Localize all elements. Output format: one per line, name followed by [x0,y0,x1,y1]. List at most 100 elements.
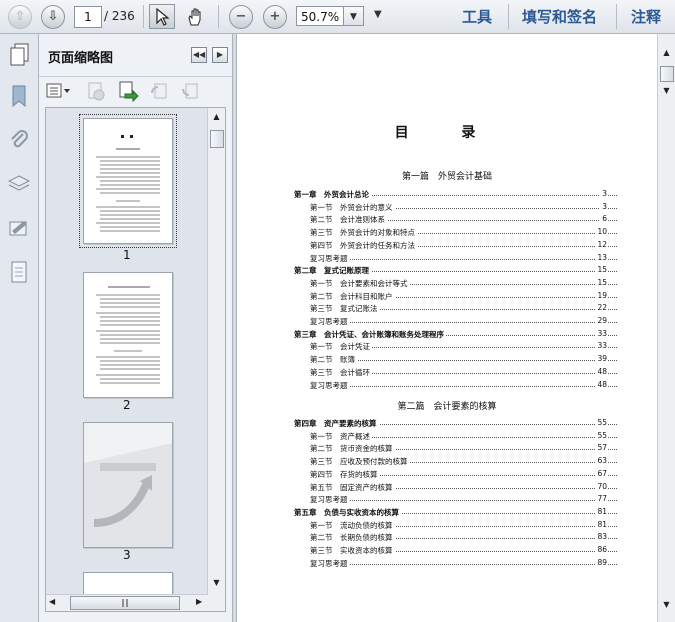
scroll-up-icon[interactable]: ▲ [208,110,225,124]
toc-section-row[interactable]: 第二节 会计准则体系 6 [237,214,657,227]
toc-section-row[interactable]: 复习思考题 77 [237,494,657,507]
toc-section-row[interactable]: 第一节 资产概述 55 [237,430,657,444]
arrow-up-icon: ⇧ [8,4,32,29]
toc-section-row[interactable]: 第三节 外贸会计的对象和特点 10 [237,227,657,240]
bookmarks-button[interactable] [7,84,31,108]
toc-section-row[interactable]: 第四节 存货的核算 67 [237,468,657,482]
toc-section-row[interactable]: 第二节 账簿 39 [237,354,657,367]
rotate-counter-button[interactable] [180,81,200,105]
toc-chapter-row[interactable]: 第五章 负债与实收资本的核算 81 [237,506,657,520]
page-content-button[interactable] [7,260,31,284]
scroll-thumb[interactable]: ‖‖ [70,596,180,610]
toc-section-row[interactable]: 复习思考题 29 [237,316,657,329]
document-vertical-scrollbar[interactable]: ▲ ▼ ▼ [657,34,675,622]
toc-section-row[interactable]: 第三节 复式记账法 22 [237,303,657,316]
layers-icon [8,175,30,191]
toc-section-row[interactable]: 第五节 固定资产的核算 70 [237,481,657,495]
toc-leader [347,424,617,425]
plus-icon: + [263,4,287,29]
toc-section-row[interactable]: 第三节 会计循环 48 [237,366,657,380]
hand-icon [188,8,201,25]
page-preview [84,423,172,547]
toc-leader [347,258,617,260]
page-preview [96,286,160,384]
toc-label: 第二节 货币资金的核算 [310,443,395,455]
toc-label: 第一节 外贸会计的意义 [310,201,395,213]
thumbnail-horizontal-scrollbar[interactable]: ◀ ‖‖ ▶ [46,594,208,611]
signatures-button[interactable] [7,216,31,240]
thumbnail-vertical-scrollbar[interactable]: ▲ ▼ [207,108,225,611]
toc-page-number: 81 [595,519,607,529]
navigation-strip [0,34,39,622]
layers-button[interactable] [7,172,31,196]
toc-section-row[interactable]: 第三节 实收资本的核算 86 [237,545,657,558]
more-tools-button[interactable]: ▼ [374,9,382,20]
previous-page-button[interactable]: ⇧ [7,4,33,29]
toc-section-row[interactable]: 第三节 应收及预付款的核算 63 [237,456,657,469]
tools-link[interactable]: 工具 [462,6,492,27]
thumbnail-page-3[interactable] [83,422,173,548]
toc-leader [347,220,617,222]
toc-page-number: 77 [595,494,607,504]
toc-page-number: 83 [595,532,607,542]
toc-section-row[interactable]: 第二节 货币资金的核算 57 [237,443,657,456]
scroll-thumb[interactable] [660,66,674,82]
zoom-in-button[interactable]: + [262,4,288,29]
pages-icon [10,43,29,66]
scroll-up-icon[interactable]: ▲ [658,46,675,60]
zoom-dropdown-button[interactable]: ▼ [344,6,364,26]
toc-page-number: 15 [595,277,607,287]
toc-page-number: 39 [595,354,607,364]
toc-section-row[interactable]: 第一节 外贸会计的意义 3 [237,201,657,215]
delete-page-button[interactable] [86,81,106,105]
toc-label: 复习思考题 [310,557,350,569]
fill-sign-link[interactable]: 填写和签名 [522,6,597,27]
toc-section-row[interactable]: 第一节 会计要素和会计等式 15 [237,277,657,291]
zoom-level-input[interactable]: 50.7% [296,6,344,26]
toc-chapter-row[interactable]: 第一章 外贸会计总论 3 [237,189,657,202]
scroll-down-icon[interactable]: ▼ [658,598,675,612]
toc-leader [347,385,617,387]
toc-page-number: 33 [595,341,607,351]
toc-section-row[interactable]: 复习思考题 48 [237,379,657,393]
hand-tool-button[interactable] [182,4,208,29]
scroll-down-small-icon[interactable]: ▼ [658,84,675,98]
toc-section-row[interactable]: 第二节 会计科目和账户 19 [237,290,657,304]
thumbnail-page-2[interactable] [83,272,173,398]
toc-section-row[interactable]: 第二节 长期负债的核算 83 [237,532,657,545]
toc-page-number: 57 [595,443,607,453]
comment-link[interactable]: 注释 [631,6,661,27]
toc-label: 第二节 账簿 [310,354,357,366]
toc-chapter-row[interactable]: 第四章 资产要素的核算 55 [237,418,657,431]
rotate-page-button[interactable] [149,81,169,105]
page-number-input[interactable]: 1 [74,6,102,28]
scroll-right-icon[interactable]: ▶ [196,597,202,606]
scroll-thumb[interactable] [210,130,224,148]
thumbnail-label: 2 [123,398,131,412]
toc-chapter-row[interactable]: 第二章 复式记账原理 15 [237,265,657,278]
toc-section-row[interactable]: 复习思考题 13 [237,252,657,266]
toc-page-number: 48 [595,366,607,376]
scroll-down-icon[interactable]: ▼ [208,576,225,590]
toc-label: 第四章 资产要素的核算 [294,418,379,429]
toc-section-row[interactable]: 第四节 外贸会计的任务和方法 12 [237,239,657,253]
toc-page-number: 15 [595,265,607,275]
attachments-button[interactable] [7,128,31,152]
select-tool-button[interactable] [149,4,175,29]
toc-label: 第三节 实收资本的核算 [310,545,395,556]
scroll-left-icon[interactable]: ◀ [49,597,55,606]
collapse-panel-button[interactable]: ◀◀ [191,47,207,63]
toc-page-number: 81 [595,506,607,516]
panel-options-button[interactable]: ▶ [212,47,228,63]
toc-chapter-row[interactable]: 第三章 会计凭证、会计账簿和账务处理程序 33 [237,328,657,342]
toc-section-row[interactable]: 第一节 流动负债的核算 81 [237,519,657,533]
next-page-button[interactable]: ⇩ [40,4,66,29]
toc-section-row[interactable]: 复习思考题 89 [237,557,657,571]
toc-section-row[interactable]: 第一节 会计凭证 33 [237,341,657,354]
toc-page-number: 55 [595,430,607,440]
toc-leader [347,347,617,349]
thumbnail-page-1[interactable] [83,118,173,244]
thumbnail-options-button[interactable] [46,82,72,99]
zoom-out-button[interactable]: − [228,4,254,29]
extract-page-button[interactable] [117,80,139,106]
